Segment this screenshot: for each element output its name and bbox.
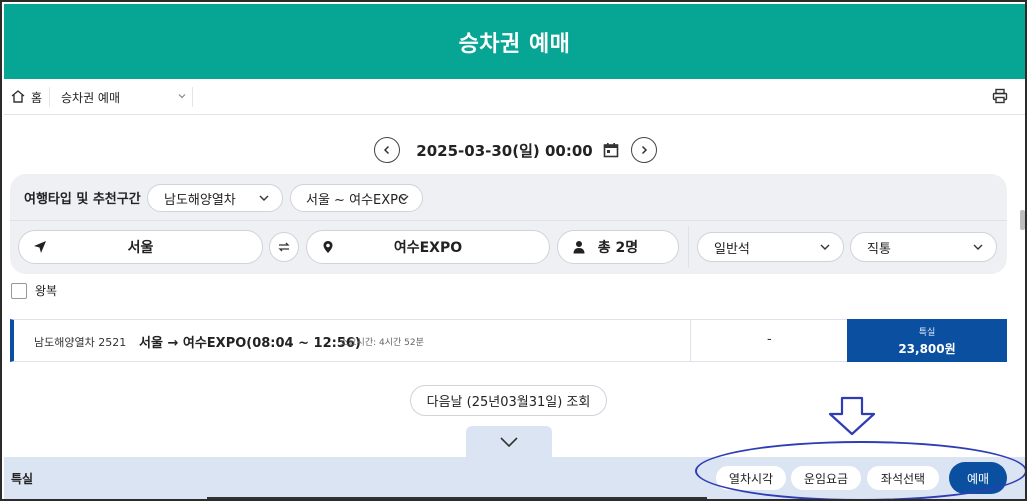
breadcrumb-divider — [49, 87, 50, 107]
selected-date[interactable]: 2025-03-30(일) 00:00 — [416, 140, 592, 161]
annotation-arrow-icon — [828, 396, 876, 436]
direct-select[interactable]: 직통 — [850, 232, 997, 262]
breadcrumb: 홈 승차권 예매 — [4, 79, 1025, 115]
fare-price: 23,800원 — [898, 341, 956, 356]
chevron-down-icon — [973, 244, 983, 250]
fare-class-label: 특실 — [918, 327, 936, 338]
next-date-button[interactable] — [630, 137, 657, 163]
fare-info-button[interactable]: 운임요금 — [791, 466, 861, 490]
seat-select-button[interactable]: 좌석선택 — [867, 466, 939, 490]
seat-class-select[interactable]: 일반석 — [697, 232, 844, 262]
search-panel: 여행타입 및 추천구간 남도해양열차 서울 ~ 여수EXPC 서울 여수EXPO… — [10, 174, 1007, 274]
chevron-down-icon — [399, 195, 409, 201]
departure-field[interactable]: 서울 — [18, 230, 263, 264]
location-arrow-icon — [34, 241, 46, 253]
page-header: 승차권 예매 — [4, 4, 1025, 79]
direct-value: 직통 — [867, 241, 891, 257]
recommended-route-select[interactable]: 서울 ~ 여수EXPC — [290, 184, 423, 212]
roundtrip-checkbox[interactable] — [11, 282, 27, 299]
train-route: 서울 → 여수EXPO(08:04 ~ 12:56) — [139, 336, 361, 351]
breadcrumb-divider — [192, 87, 193, 107]
train-duration: 소요시간: 4시간 52분 — [340, 338, 424, 348]
travel-type-value: 남도해양열차 — [164, 192, 236, 208]
chevron-down-icon — [820, 244, 830, 250]
next-day-search-button[interactable]: 다음날 (25년03월31일) 조회 — [410, 385, 607, 416]
passenger-field[interactable]: 총 2명 — [557, 230, 679, 264]
row-divider — [690, 320, 691, 361]
swap-stations-button[interactable] — [269, 232, 299, 262]
arrival-value: 여수EXPO — [393, 240, 463, 256]
chevron-left-icon — [384, 145, 390, 155]
expand-panel-button[interactable] — [466, 426, 552, 457]
bottom-scroll-indicator — [207, 497, 707, 499]
travel-type-title: 여행타입 및 추천구간 — [24, 192, 141, 207]
scrollbar-handle[interactable] — [1020, 210, 1025, 230]
prev-date-button[interactable] — [374, 137, 401, 163]
train-result-row: 남도해양열차 2521 서울 → 여수EXPO(08:04 ~ 12:56) 소… — [10, 319, 1007, 362]
roundtrip-label: 왕복 — [35, 284, 58, 298]
person-icon — [573, 241, 585, 254]
panel-divider — [688, 226, 689, 268]
calendar-icon[interactable] — [603, 142, 619, 158]
general-seat-fare: - — [767, 332, 772, 347]
chevron-down-icon[interactable] — [177, 91, 187, 101]
book-button[interactable]: 예매 — [949, 462, 1007, 494]
selected-class-label: 특실 — [11, 472, 34, 486]
page-title: 승차권 예매 — [458, 31, 571, 57]
booking-bar: 특실 열차시각 운임요금 좌석선택 예매 — [4, 457, 1025, 499]
train-name: 남도해양열차 2521 — [34, 336, 127, 349]
breadcrumb-current[interactable]: 승차권 예매 — [61, 89, 120, 106]
arrival-field[interactable]: 여수EXPO — [306, 230, 550, 264]
date-selector: 2025-03-30(일) 00:00 — [2, 135, 1025, 165]
train-time-button[interactable]: 열차시각 — [716, 466, 786, 490]
map-pin-icon — [323, 241, 333, 253]
passenger-value: 총 2명 — [597, 240, 639, 256]
special-seat-fare-button[interactable]: 특실 23,800원 — [847, 319, 1007, 362]
swap-icon — [278, 242, 290, 252]
home-icon[interactable] — [11, 90, 25, 103]
app-frame: 승차권 예매 홈 승차권 예매 2025-03-30(일) 00:00 여행타입… — [0, 0, 1027, 501]
travel-type-select[interactable]: 남도해양열차 — [147, 184, 283, 212]
roundtrip-option[interactable]: 왕복 — [11, 282, 57, 299]
print-icon[interactable] — [992, 88, 1008, 104]
chevron-right-icon — [641, 145, 647, 155]
panel-divider — [10, 220, 1007, 221]
seat-class-value: 일반석 — [714, 241, 750, 257]
chevron-down-icon — [500, 436, 518, 447]
recommended-route-value: 서울 ~ 여수EXPC — [306, 192, 408, 208]
breadcrumb-home[interactable]: 홈 — [31, 89, 42, 106]
departure-value: 서울 — [127, 240, 154, 256]
chevron-down-icon — [259, 195, 269, 201]
